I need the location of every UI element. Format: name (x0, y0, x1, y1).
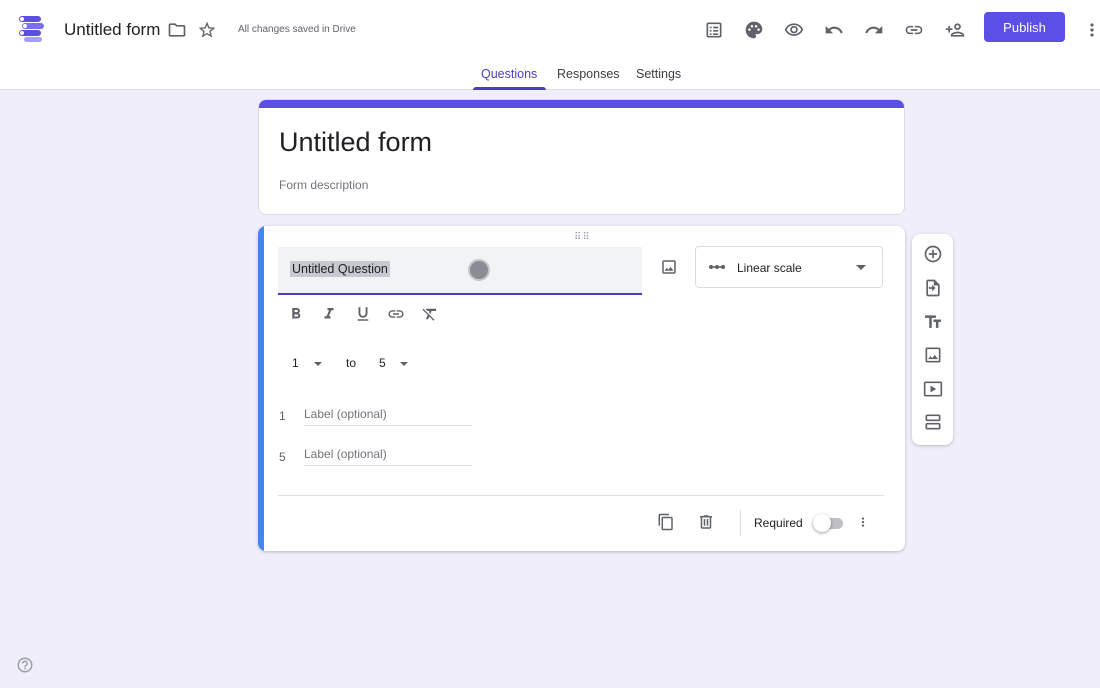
form-title-card: Untitled form Form description (258, 99, 905, 215)
required-toggle[interactable] (813, 514, 843, 532)
form-description-field[interactable]: Form description (279, 178, 368, 192)
scale-max-caret-icon[interactable] (400, 362, 408, 366)
duplicate-icon[interactable] (655, 511, 677, 533)
import-questions-icon[interactable] (922, 277, 944, 299)
form-tabs: Questions Responses Settings (0, 60, 1100, 90)
save-status: All changes saved in Drive (238, 24, 356, 35)
toggle-knob (813, 514, 831, 532)
forms-logo-icon[interactable] (16, 14, 48, 44)
clear-formatting-icon[interactable] (419, 304, 441, 324)
question-title-text: Untitled Question (290, 261, 390, 277)
add-video-icon[interactable] (922, 378, 944, 400)
scale-to-label: to (346, 356, 357, 370)
delete-icon[interactable] (695, 511, 717, 533)
tab-responses[interactable]: Responses (557, 67, 620, 81)
question-card: ⠿⠿ Untitled Question Linear scale 1 to 5… (258, 226, 905, 551)
palette-icon[interactable] (742, 18, 766, 42)
tab-questions[interactable]: Questions (481, 67, 537, 81)
publish-button[interactable]: Publish (984, 12, 1065, 42)
add-section-icon[interactable] (922, 411, 944, 433)
more-vert-icon[interactable] (1080, 18, 1100, 42)
scale-max-value[interactable]: 5 (379, 356, 386, 370)
card-footer-divider (278, 495, 884, 496)
add-collaborator-icon[interactable] (943, 18, 967, 42)
tab-settings[interactable]: Settings (636, 67, 681, 81)
add-question-icon[interactable] (922, 243, 944, 265)
form-title[interactable]: Untitled form (279, 127, 432, 158)
high-label-input[interactable]: Label (optional) (304, 444, 472, 466)
required-label: Required (754, 516, 803, 530)
question-title-input[interactable]: Untitled Question (278, 247, 642, 295)
italic-icon[interactable] (318, 304, 340, 324)
question-type-label: Linear scale (737, 261, 802, 275)
low-label-number: 1 (279, 409, 286, 423)
insert-link-icon[interactable] (385, 304, 407, 324)
add-title-icon[interactable] (922, 311, 944, 333)
undo-icon[interactable] (822, 18, 846, 42)
add-image-icon[interactable] (658, 256, 680, 278)
high-label-number: 5 (279, 450, 286, 464)
question-more-options-icon[interactable] (856, 511, 870, 533)
bold-icon[interactable] (285, 304, 307, 324)
low-label-input[interactable]: Label (optional) (304, 404, 472, 426)
question-type-dropdown[interactable]: Linear scale (695, 246, 883, 288)
footer-separator (740, 510, 741, 536)
floating-toolbar (912, 234, 953, 445)
drag-handle-icon[interactable]: ⠿⠿ (574, 232, 591, 243)
underline-icon[interactable] (352, 304, 374, 324)
linear-scale-icon (709, 265, 725, 269)
top-app-bar: Untitled form All changes saved in Drive… (0, 0, 1100, 90)
active-tab-indicator (473, 87, 546, 90)
scale-min-value[interactable]: 1 (292, 356, 299, 370)
link-icon[interactable] (902, 18, 926, 42)
dropdown-caret-icon (856, 265, 866, 270)
help-icon[interactable] (16, 656, 34, 674)
folder-icon[interactable] (165, 18, 189, 42)
theme-band (259, 100, 904, 108)
form-name[interactable]: Untitled form (64, 20, 160, 40)
add-image-icon[interactable] (922, 344, 944, 366)
preview-icon[interactable] (782, 18, 806, 42)
star-icon[interactable] (195, 18, 219, 42)
active-card-indicator (258, 226, 264, 551)
redo-icon[interactable] (862, 18, 886, 42)
customize-icon[interactable] (702, 18, 726, 42)
scale-min-caret-icon[interactable] (314, 362, 322, 366)
mouse-cursor (468, 259, 490, 281)
